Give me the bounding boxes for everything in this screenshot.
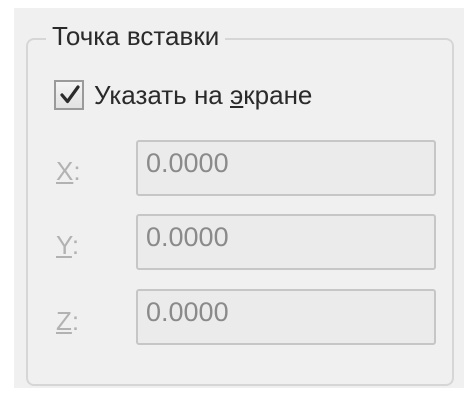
specify-on-screen-option[interactable]: Указать на экране bbox=[54, 78, 312, 112]
z-label: Z: bbox=[56, 306, 80, 336]
specify-on-screen-checkbox[interactable] bbox=[54, 80, 84, 110]
checkmark-icon bbox=[60, 85, 80, 104]
group-title: Точка вставки bbox=[46, 18, 226, 54]
z-field[interactable] bbox=[136, 289, 436, 345]
y-label: Y: bbox=[56, 230, 80, 260]
mnemonic-letter: э bbox=[230, 80, 244, 110]
specify-on-screen-label[interactable]: Указать на экране bbox=[94, 78, 312, 112]
y-field[interactable] bbox=[136, 214, 436, 270]
x-field[interactable] bbox=[136, 140, 436, 196]
x-label: X: bbox=[56, 156, 81, 186]
